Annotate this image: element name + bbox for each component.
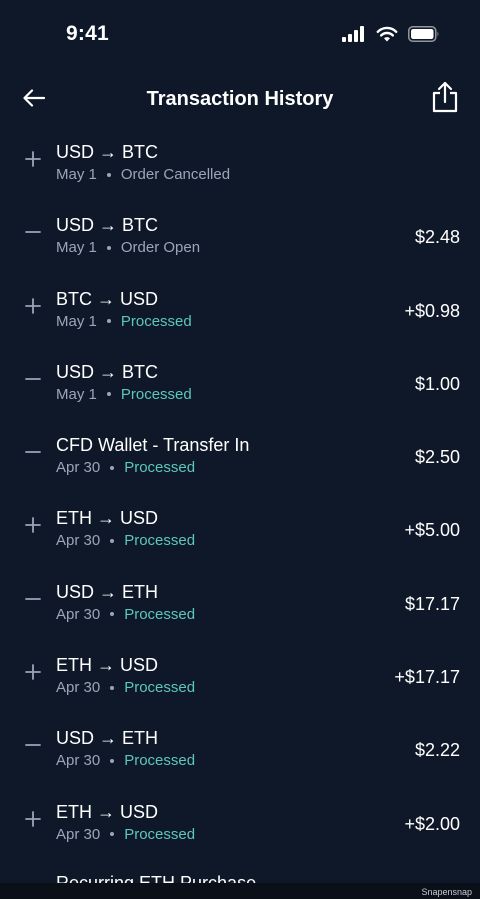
transaction-meta: May 1 Processed [56, 313, 192, 330]
transaction-list: USD → BTC May 1 Order Cancelled USD → BT… [0, 128, 480, 861]
transaction-title: USD → ETH [56, 728, 159, 749]
plus-icon [24, 810, 42, 828]
transaction-date: Apr 30 [56, 459, 101, 477]
separator-dot [110, 758, 115, 763]
transaction-row[interactable]: USD → ETH Apr 30 Processed $17.17 [0, 568, 480, 641]
battery-icon [408, 26, 440, 47]
transaction-date: Apr 30 [56, 605, 101, 623]
minus-icon [24, 370, 42, 388]
transaction-meta: Apr 30 Processed [56, 752, 195, 769]
transaction-meta: May 1 Order Cancelled [56, 166, 230, 183]
separator-dot [110, 465, 115, 470]
footer-bar: Snapensnap [0, 883, 480, 899]
transaction-meta: Apr 30 Processed [56, 826, 195, 843]
transaction-row[interactable]: USD → BTC May 1 Processed $1.00 [0, 348, 480, 421]
watermark: Snapensnap [421, 887, 472, 897]
status-time: 9:41 [66, 22, 109, 45]
minus-icon [24, 590, 42, 608]
share-button[interactable] [430, 81, 460, 118]
transaction-title: ETH → USD [56, 508, 159, 529]
nav-bar: Transaction History [0, 72, 480, 128]
separator-dot [110, 685, 115, 690]
separator-dot [110, 832, 115, 837]
plus-icon [24, 297, 42, 315]
transaction-amount: $2.48 [414, 227, 460, 248]
transaction-row[interactable]: USD → BTC May 1 Order Cancelled [0, 128, 480, 201]
transaction-status: Processed [124, 459, 196, 477]
transaction-status: Processed [124, 825, 196, 843]
page-title: Transaction History [146, 88, 334, 110]
separator-dot [110, 538, 115, 543]
transaction-amount: +$5.00 [404, 520, 460, 541]
plus-icon [24, 150, 42, 168]
transaction-date: May 1 [56, 166, 97, 183]
separator-dot [106, 392, 111, 397]
transaction-status: Order Open [120, 239, 201, 257]
transaction-amount: $2.50 [414, 447, 460, 468]
transaction-meta: Apr 30 Processed [56, 679, 195, 696]
transaction-status: Order Cancelled [120, 166, 231, 183]
status-icons [342, 26, 440, 47]
transaction-title: USD → BTC [56, 215, 159, 236]
transaction-row[interactable]: ETH → USD Apr 30 Processed +$2.00 [0, 788, 480, 861]
transaction-status: Processed [124, 532, 196, 550]
transaction-date: Apr 30 [56, 825, 101, 843]
transaction-date: Apr 30 [56, 752, 101, 770]
plus-icon [24, 663, 42, 681]
minus-icon [24, 443, 42, 461]
transaction-title: ETH → USD [56, 655, 159, 676]
transaction-status: Processed [124, 679, 196, 697]
minus-icon [24, 736, 42, 754]
transaction-status: Processed [120, 385, 192, 403]
transaction-title: ETH → USD [56, 801, 159, 822]
transaction-meta: Apr 30 Processed [56, 459, 195, 476]
plus-icon [24, 516, 42, 534]
transaction-meta: May 1 Processed [56, 386, 192, 403]
transaction-title: BTC → USD [56, 288, 159, 309]
transaction-date: Apr 30 [56, 532, 101, 550]
transaction-meta: Apr 30 Processed [56, 606, 195, 623]
transaction-title: USD → ETH [56, 581, 159, 602]
transaction-row[interactable]: CFD Wallet - Transfer In Apr 30 Processe… [0, 421, 480, 494]
transaction-title: USD → BTC [56, 142, 159, 162]
share-icon [431, 81, 459, 118]
transaction-amount: +$17.17 [394, 667, 460, 688]
transaction-row[interactable]: USD → ETH Apr 30 Processed $2.22 [0, 714, 480, 787]
transaction-date: May 1 [56, 239, 97, 257]
separator-dot [106, 319, 111, 324]
transaction-date: May 1 [56, 312, 97, 330]
transaction-amount: $1.00 [414, 373, 460, 394]
transaction-title: USD → BTC [56, 361, 159, 382]
cellular-signal-icon [342, 26, 366, 47]
transaction-date: Apr 30 [56, 679, 101, 697]
transaction-row[interactable]: ETH → USD Apr 30 Processed +$5.00 [0, 494, 480, 567]
wifi-icon [376, 26, 398, 47]
separator-dot [110, 612, 115, 617]
transaction-amount: +$2.00 [404, 813, 460, 834]
transaction-amount: $17.17 [404, 593, 460, 614]
transaction-status: Processed [124, 752, 196, 770]
separator-dot [106, 172, 111, 177]
status-bar: 9:41 [0, 0, 480, 72]
transaction-meta: May 1 Order Open [56, 239, 200, 256]
transaction-meta: Apr 30 Processed [56, 532, 195, 549]
transaction-amount: $2.22 [414, 740, 460, 761]
transaction-status: Processed [124, 605, 196, 623]
transaction-amount: +$0.98 [404, 300, 460, 321]
transaction-row[interactable]: ETH → USD Apr 30 Processed +$17.17 [0, 641, 480, 714]
transaction-row[interactable]: BTC → USD May 1 Processed +$0.98 [0, 275, 480, 348]
transaction-date: May 1 [56, 385, 97, 403]
minus-icon [24, 223, 42, 241]
transaction-title: CFD Wallet - Transfer In [56, 435, 250, 456]
transaction-row[interactable]: USD → BTC May 1 Order Open $2.48 [0, 201, 480, 274]
separator-dot [106, 245, 111, 250]
transaction-status: Processed [120, 312, 192, 330]
